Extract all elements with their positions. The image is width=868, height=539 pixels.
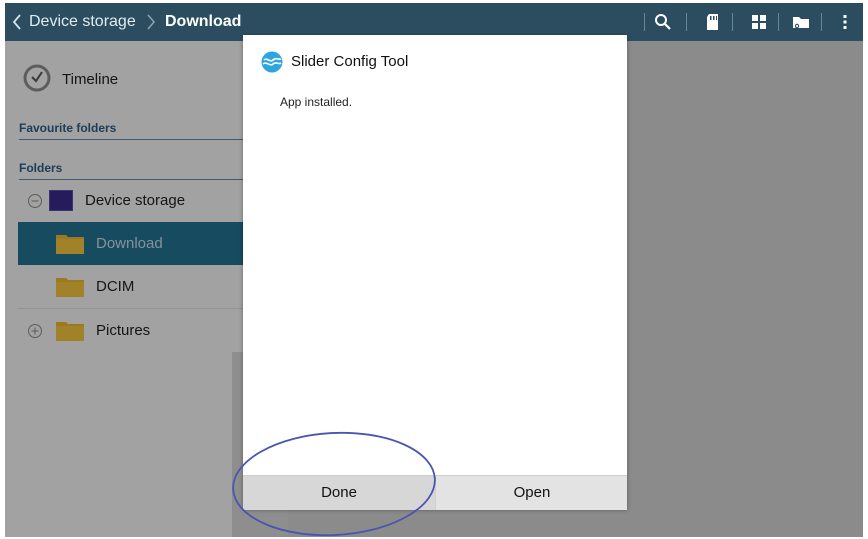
toolbar-divider — [778, 13, 779, 31]
sd-card-icon[interactable] — [703, 12, 723, 32]
search-icon[interactable] — [653, 12, 673, 32]
open-button[interactable]: Open — [435, 476, 628, 510]
app-icon — [261, 51, 283, 73]
done-button[interactable]: Done — [243, 476, 435, 510]
toolbar-divider — [686, 13, 687, 31]
toolbar-divider — [644, 13, 645, 31]
dim-overlay — [5, 41, 245, 537]
app-window: Device storage Download Timeline Favouri… — [0, 0, 868, 539]
dialog-message: App installed. — [280, 95, 353, 109]
toolbar-divider — [732, 13, 733, 31]
chevron-right-icon — [147, 14, 156, 30]
toolbar-divider — [821, 13, 822, 31]
install-dialog: Slider Config Tool App installed. Done O… — [243, 35, 627, 510]
back-arrow-icon[interactable] — [11, 13, 23, 31]
breadcrumb-root[interactable]: Device storage — [29, 13, 136, 31]
folder-share-icon[interactable] — [791, 12, 811, 32]
breadcrumb-current: Download — [165, 13, 242, 30]
dialog-button-bar: Done Open — [243, 475, 627, 510]
dialog-title: Slider Config Tool — [291, 53, 409, 70]
grid-view-icon[interactable] — [749, 12, 769, 32]
overflow-menu-icon[interactable] — [835, 12, 855, 32]
